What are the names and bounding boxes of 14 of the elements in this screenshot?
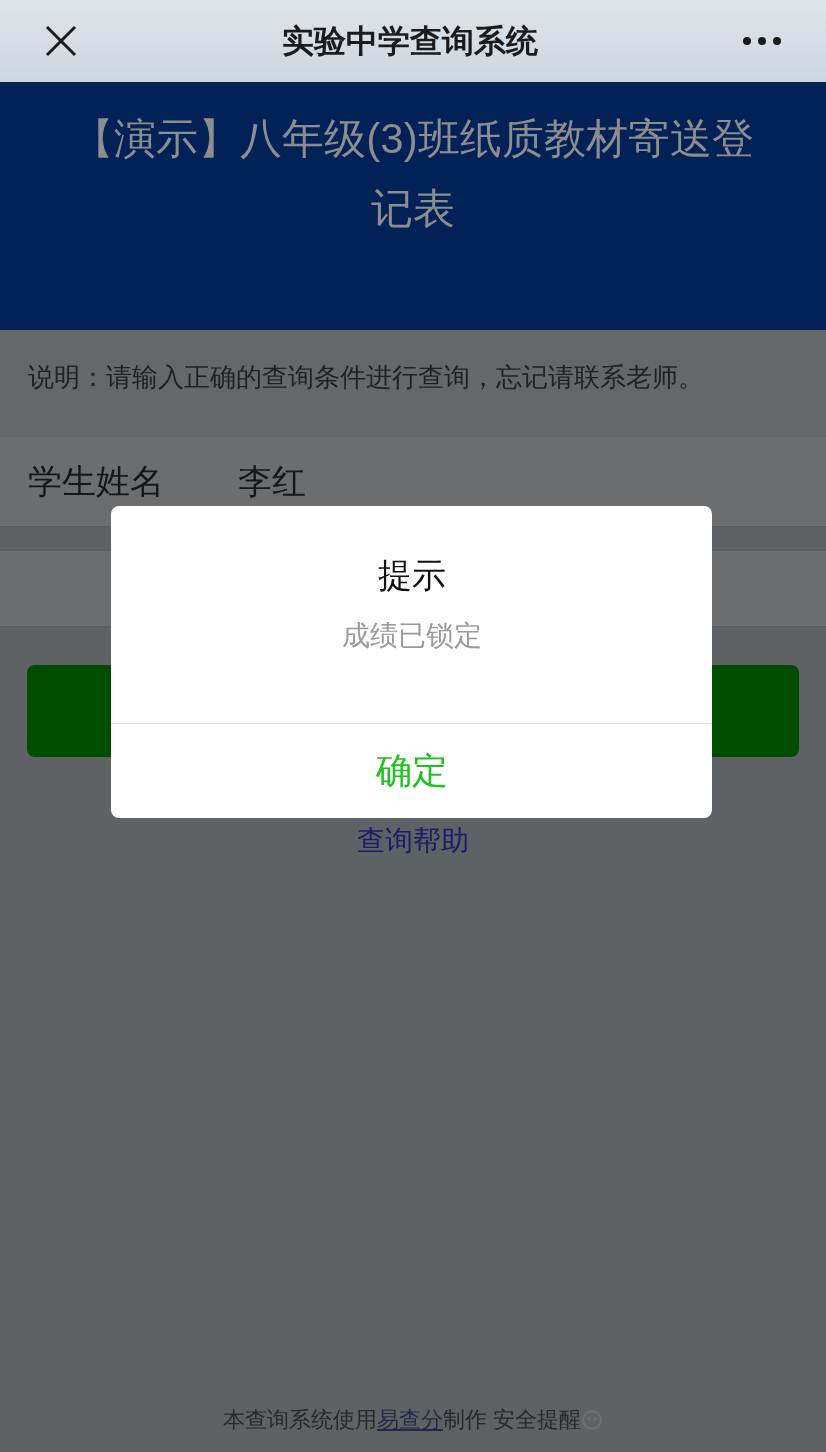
close-icon[interactable] [44,24,78,58]
dialog-title: 提示 [377,555,446,596]
notice-text: 说明：请输入正确的查询条件进行查询，忘记请联系老师。 [28,361,705,394]
window-title: 实验中学查询系统 [282,22,538,61]
field-value: 李红 [238,461,306,502]
banner-title: 【演示】八年级(3)班纸质教材寄送登记表 [71,114,755,234]
field-label: 学生姓名 [28,461,165,502]
footer-text: 制作 安全提醒 [442,1406,582,1434]
footer-text: 本查询系统使用 [222,1406,377,1434]
dialog-message: 成绩已锁定 [341,619,482,653]
help-link[interactable]: 查询帮助 [357,820,469,862]
more-icon[interactable] [742,36,782,46]
confirm-button[interactable]: 确定 [111,723,712,818]
footer-link[interactable]: 易查分 [376,1403,443,1436]
